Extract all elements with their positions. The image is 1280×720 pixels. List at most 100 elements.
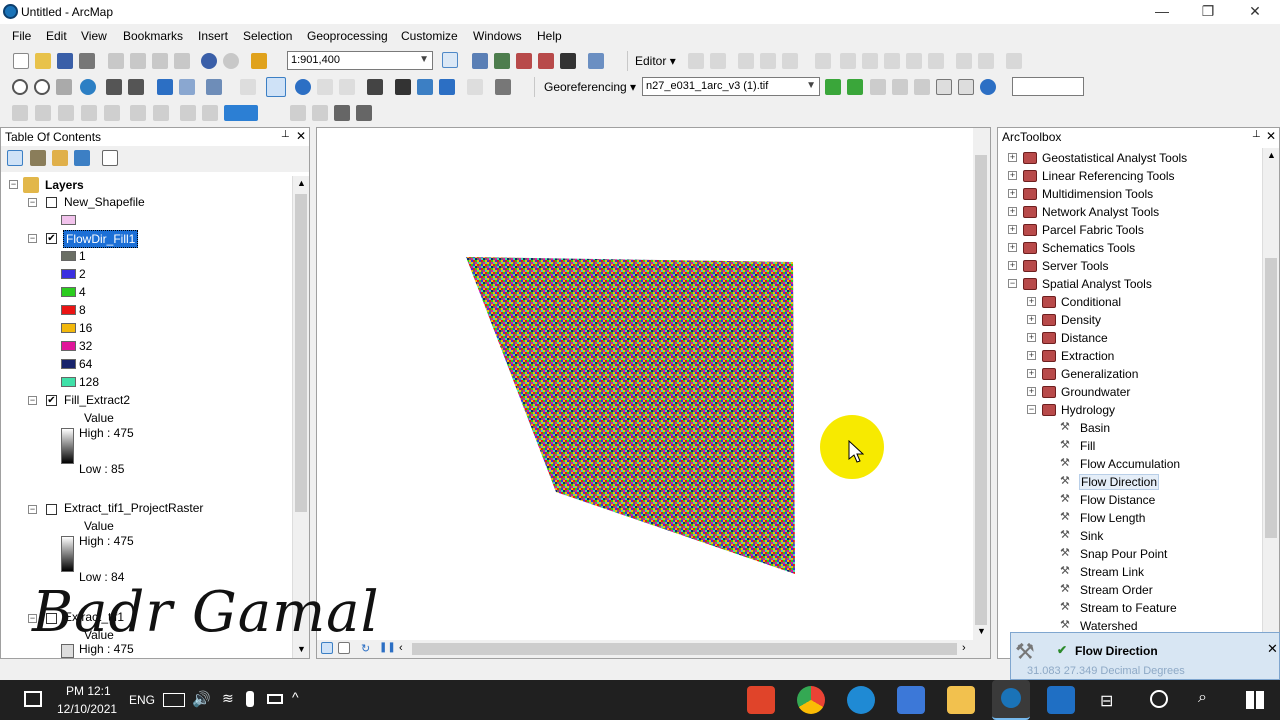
create-features-icon[interactable] bbox=[978, 53, 994, 69]
layer-collapse-icon[interactable]: − bbox=[28, 234, 37, 243]
volume-icon[interactable]: 🔊 bbox=[192, 690, 211, 708]
app-taskbar-icon[interactable] bbox=[747, 686, 775, 714]
scroll-thumb[interactable] bbox=[295, 194, 307, 512]
scroll-down-icon[interactable]: ▼ bbox=[297, 644, 306, 654]
layer-name-flowdir-fill1[interactable]: FlowDir_Fill1 bbox=[63, 230, 139, 248]
python-window-icon[interactable] bbox=[560, 53, 576, 69]
toolbox-tool-item[interactable]: ⚒ Fill bbox=[998, 437, 1260, 455]
map-horizontal-scroll-thumb[interactable] bbox=[412, 643, 957, 655]
layer-visibility-checkbox[interactable] bbox=[46, 504, 57, 515]
layer-name-extract-tif1-projectraster[interactable]: Extract_tif1_ProjectRaster bbox=[64, 501, 203, 515]
layer-name-new-shapefile[interactable]: New_Shapefile bbox=[64, 195, 145, 209]
toolbox-toolset-item[interactable]: + Parcel Fabric Tools bbox=[998, 221, 1260, 239]
clear-selection-icon[interactable] bbox=[240, 79, 256, 95]
find-route-icon[interactable] bbox=[417, 79, 433, 95]
rotation-input[interactable] bbox=[1012, 77, 1084, 96]
toolbox-toolset-item[interactable]: + Linear Referencing Tools bbox=[998, 167, 1260, 185]
straight-segment-icon[interactable] bbox=[738, 53, 754, 69]
undo-icon[interactable] bbox=[201, 53, 217, 69]
search-window-icon[interactable] bbox=[516, 53, 532, 69]
scale-icon[interactable] bbox=[914, 79, 930, 95]
cortana-icon[interactable] bbox=[1150, 690, 1168, 708]
menu-windows[interactable]: Windows bbox=[473, 29, 522, 43]
html-popup-icon[interactable] bbox=[339, 79, 355, 95]
map-data-view[interactable]: ▼ ↻ ❚❚ ‹ › bbox=[316, 127, 991, 659]
layer-visibility-checkbox[interactable]: ✔ bbox=[46, 233, 57, 244]
toggle-draft-icon[interactable] bbox=[290, 105, 306, 121]
forward-arrow-icon[interactable] bbox=[179, 79, 195, 95]
fixed-zoom-in-icon[interactable] bbox=[106, 79, 122, 95]
rotate-dropdown-icon[interactable] bbox=[980, 79, 996, 95]
options-icon[interactable] bbox=[102, 150, 118, 166]
scroll-thumb[interactable] bbox=[975, 155, 987, 625]
identify-icon[interactable] bbox=[295, 79, 311, 95]
toolbox-toolset-item[interactable]: + Distance bbox=[998, 329, 1260, 347]
edge-icon[interactable] bbox=[847, 686, 875, 714]
expand-icon[interactable]: + bbox=[1008, 261, 1017, 270]
menu-customize[interactable]: Customize bbox=[401, 29, 458, 43]
toolbox-tool-item[interactable]: ⚒ Stream Order bbox=[998, 581, 1260, 599]
scroll-up-icon[interactable]: ▲ bbox=[1267, 150, 1276, 160]
pin-icon[interactable]: ⊥ bbox=[281, 129, 290, 140]
rotate-icon[interactable] bbox=[906, 53, 922, 69]
notification-close-button[interactable]: ✕ bbox=[1267, 641, 1278, 657]
list-by-selection-icon[interactable] bbox=[74, 150, 90, 166]
scroll-thumb[interactable] bbox=[1265, 258, 1277, 538]
legend-swatch[interactable] bbox=[61, 323, 76, 333]
expand-icon[interactable]: + bbox=[1027, 315, 1036, 324]
expand-icon[interactable]: + bbox=[1008, 153, 1017, 162]
stretch-ramp[interactable] bbox=[61, 644, 74, 658]
hyperlink-icon[interactable] bbox=[317, 79, 333, 95]
viewer-icon[interactable] bbox=[958, 79, 974, 95]
arctoolbox-icon[interactable] bbox=[538, 53, 554, 69]
toolbox-toolset-item[interactable]: + Server Tools bbox=[998, 257, 1260, 275]
toolbox-toolset-item[interactable]: + Conditional bbox=[998, 293, 1260, 311]
toc-window-icon[interactable] bbox=[472, 53, 488, 69]
toolbox-tool-item[interactable]: ⚒ Stream to Feature bbox=[998, 599, 1260, 617]
toolbox-scrollbar[interactable]: ▲ bbox=[1262, 148, 1279, 638]
redo-icon[interactable] bbox=[223, 53, 239, 69]
toolbox-tool-item[interactable]: ⚒ Flow Direction bbox=[998, 473, 1260, 491]
model-builder-icon[interactable] bbox=[588, 53, 604, 69]
layers-collapse-icon[interactable]: − bbox=[9, 180, 18, 189]
zoom-whole-page-icon[interactable] bbox=[81, 105, 97, 121]
edit-annotation-icon[interactable] bbox=[710, 53, 726, 69]
legend-swatch[interactable] bbox=[61, 251, 76, 261]
data-driven-pages-icon[interactable] bbox=[356, 105, 372, 121]
store-icon[interactable] bbox=[897, 686, 925, 714]
toolbox-toolset-item[interactable]: + Multidimension Tools bbox=[998, 185, 1260, 203]
menu-help[interactable]: Help bbox=[537, 29, 562, 43]
layout-pan-icon[interactable] bbox=[58, 105, 74, 121]
close-window-button[interactable]: ✕ bbox=[1245, 3, 1265, 21]
legend-swatch[interactable] bbox=[61, 287, 76, 297]
toolbox-tool-item[interactable]: ⚒ Flow Distance bbox=[998, 491, 1260, 509]
list-by-visibility-icon[interactable] bbox=[52, 150, 68, 166]
change-layout-icon[interactable] bbox=[334, 105, 350, 121]
go-to-xy-icon[interactable] bbox=[439, 79, 455, 95]
toolbox-toolset-item[interactable]: − Spatial Analyst Tools bbox=[998, 275, 1260, 293]
map-vertical-scrollbar[interactable]: ▼ bbox=[973, 128, 990, 640]
add-control-points-icon[interactable] bbox=[825, 79, 841, 95]
toolbox-tool-item[interactable]: ⚒ Flow Length bbox=[998, 509, 1260, 527]
reshape-icon[interactable] bbox=[840, 53, 856, 69]
shift-icon[interactable] bbox=[892, 79, 908, 95]
scroll-down-icon[interactable]: ▼ bbox=[977, 626, 986, 636]
point-icon[interactable] bbox=[782, 53, 798, 69]
cut-icon[interactable] bbox=[108, 53, 124, 69]
save-icon[interactable] bbox=[57, 53, 73, 69]
attributes-icon[interactable] bbox=[928, 53, 944, 69]
scroll-right-icon[interactable]: › bbox=[962, 642, 966, 654]
list-by-source-icon[interactable] bbox=[30, 150, 46, 166]
expand-icon[interactable]: + bbox=[1027, 369, 1036, 378]
expand-icon[interactable]: + bbox=[1008, 171, 1017, 180]
sketch-properties-icon[interactable] bbox=[956, 53, 972, 69]
menu-insert[interactable]: Insert bbox=[198, 29, 228, 43]
viewer-window-icon[interactable] bbox=[495, 79, 511, 95]
expand-icon[interactable]: + bbox=[1008, 189, 1017, 198]
toolbox-toolset-item[interactable]: + Density bbox=[998, 311, 1260, 329]
copy-icon[interactable] bbox=[130, 53, 146, 69]
legend-swatch[interactable] bbox=[61, 359, 76, 369]
fixed-zoom-out-layout-icon[interactable] bbox=[153, 105, 169, 121]
menu-view[interactable]: View bbox=[81, 29, 107, 43]
mail-icon[interactable] bbox=[1047, 686, 1075, 714]
